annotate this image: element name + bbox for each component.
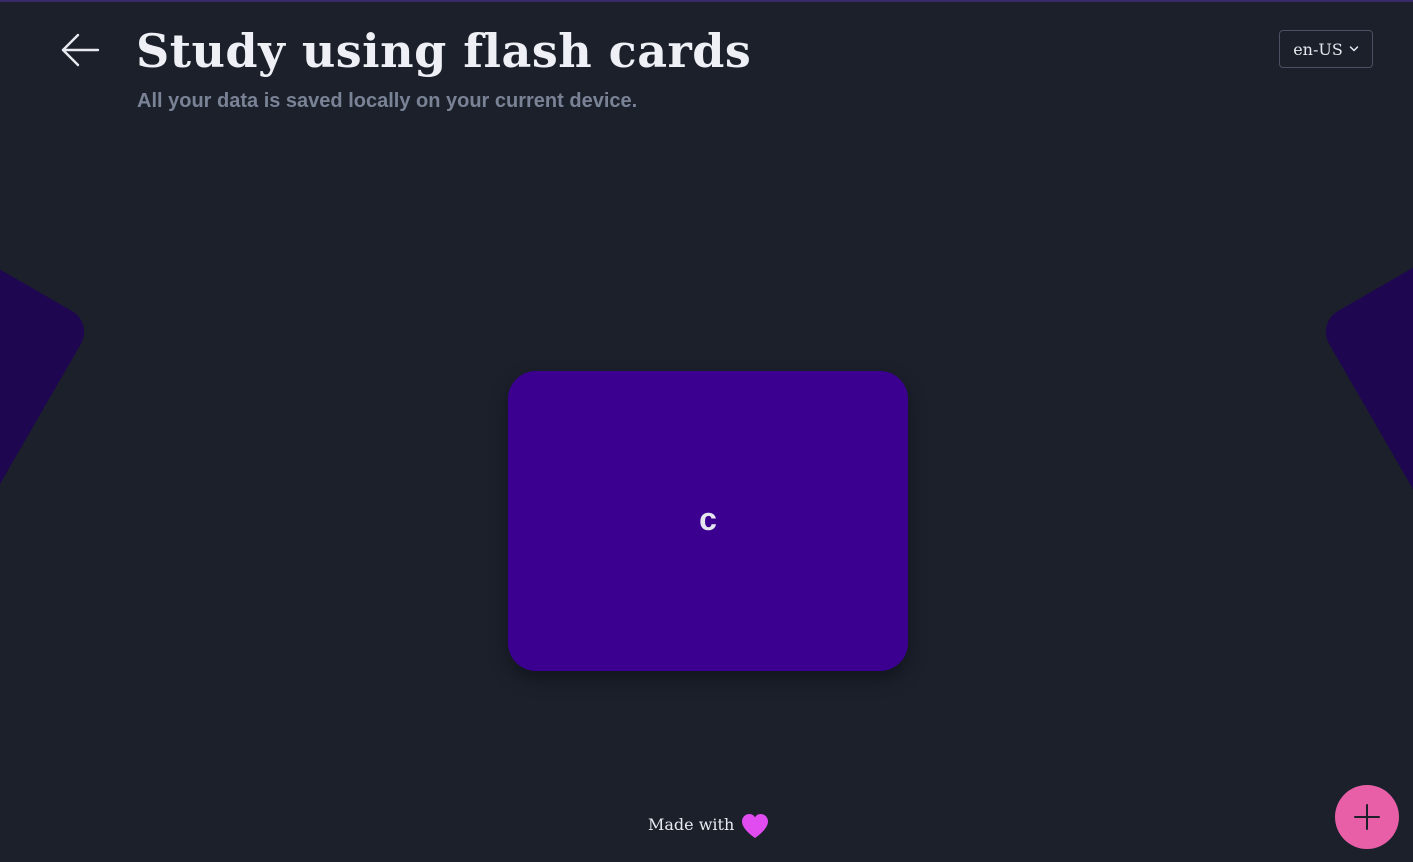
page-subtitle: All your data is saved locally on your c…	[137, 90, 638, 112]
next-flash-card[interactable]	[1317, 173, 1413, 583]
footer-made-with-text: Made with	[648, 814, 735, 834]
previous-flash-card[interactable]	[0, 173, 93, 583]
plus-icon	[1354, 804, 1380, 830]
flash-card-text: c	[699, 500, 717, 537]
page-title: Study using flash cards	[136, 24, 752, 78]
language-select[interactable]: en-US	[1279, 30, 1373, 68]
current-flash-card[interactable]: c	[508, 371, 908, 671]
top-accent-line	[0, 0, 1413, 2]
add-card-button[interactable]	[1335, 785, 1399, 849]
heart-icon	[740, 808, 770, 840]
app-page: Study using flash cards All your data is…	[0, 0, 1413, 862]
back-button[interactable]	[58, 30, 102, 70]
footer: Made with	[648, 806, 770, 842]
arrow-left-icon	[61, 33, 100, 67]
chevron-down-icon	[1349, 46, 1359, 52]
language-select-value: en-US	[1293, 39, 1343, 59]
